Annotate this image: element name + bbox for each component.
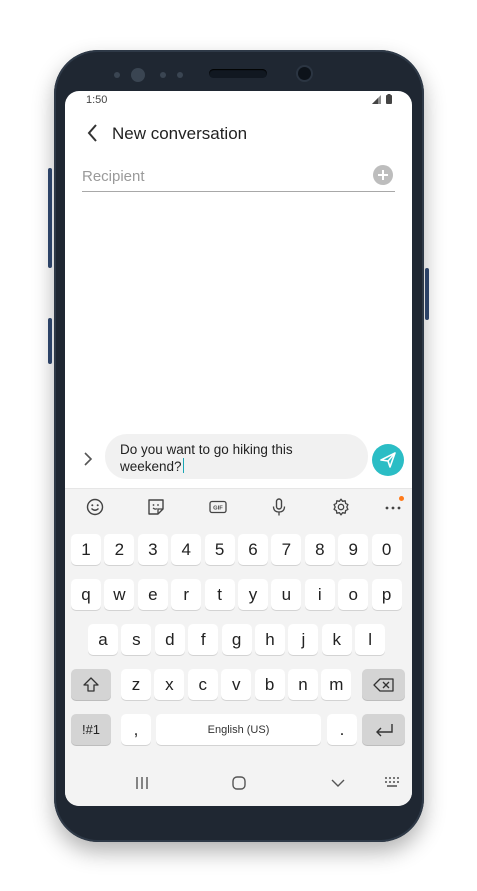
key-u[interactable]: u: [271, 579, 302, 610]
chevron-right-icon[interactable]: [81, 450, 95, 468]
keyboard-toolbar: GIF: [65, 489, 412, 525]
text-cursor: [182, 458, 185, 473]
key-5[interactable]: 5: [204, 534, 235, 565]
power-button: [425, 268, 429, 320]
key-g[interactable]: g: [221, 624, 252, 655]
key-j[interactable]: j: [288, 624, 319, 655]
keyboard: GIF 1234567890 qwertyuiop asdfghjkl zxcvbnm…: [65, 488, 412, 763]
shift-key[interactable]: [71, 669, 111, 700]
key-6[interactable]: 6: [238, 534, 268, 565]
sensor: [114, 72, 120, 78]
comma-key[interactable]: ,: [121, 714, 151, 745]
signal-icon: [372, 95, 381, 104]
battery-icon: [386, 94, 392, 104]
page-title: New conversation: [112, 124, 248, 143]
status-icons: [372, 94, 394, 107]
key-a[interactable]: a: [88, 624, 118, 655]
status-bar: 1:50: [65, 91, 412, 111]
volume-button: [48, 168, 52, 268]
backspace-icon: [372, 677, 394, 692]
key-b[interactable]: b: [254, 669, 285, 700]
add-recipient-icon[interactable]: [373, 165, 393, 185]
key-w[interactable]: w: [104, 579, 135, 610]
sensor: [131, 68, 145, 82]
key-o[interactable]: o: [338, 579, 369, 610]
space-key[interactable]: English (US): [156, 714, 321, 745]
key-i[interactable]: i: [304, 579, 335, 610]
back-icon[interactable]: [330, 775, 346, 791]
key-1[interactable]: 1: [71, 534, 101, 565]
send-button[interactable]: [372, 444, 404, 476]
microphone-icon[interactable]: [269, 497, 289, 517]
key-e[interactable]: e: [137, 579, 168, 610]
send-icon: [380, 452, 396, 468]
status-time: 1:50: [86, 94, 108, 106]
key-q[interactable]: q: [71, 579, 101, 610]
key-4[interactable]: 4: [171, 534, 202, 565]
svg-text:GIF: GIF: [213, 506, 223, 512]
recipient-field: [82, 165, 395, 192]
key-p[interactable]: p: [371, 579, 402, 610]
earpiece-speaker: [209, 69, 267, 78]
enter-icon: [375, 723, 393, 736]
message-composer: Do you want to go hiking this weekend?: [65, 434, 412, 482]
bixby-button: [48, 318, 52, 364]
keyboard-switch-icon[interactable]: [385, 777, 401, 789]
key-k[interactable]: k: [321, 624, 352, 655]
key-8[interactable]: 8: [304, 534, 335, 565]
emoji-icon[interactable]: [85, 497, 105, 517]
backspace-key[interactable]: [362, 669, 405, 700]
key-d[interactable]: d: [154, 624, 185, 655]
settings-icon[interactable]: [331, 497, 351, 517]
sensor: [177, 72, 183, 78]
key-n[interactable]: n: [288, 669, 318, 700]
message-text: Do you want to go hiking this weekend?: [120, 442, 355, 475]
period-key[interactable]: .: [327, 714, 357, 745]
gif-icon[interactable]: GIF: [208, 497, 228, 517]
symbols-key[interactable]: !#1: [71, 714, 111, 745]
screen: 1:50 New conversation Recipient Do you w…: [65, 91, 412, 806]
front-camera: [298, 67, 311, 80]
app-header: New conversation: [65, 121, 412, 149]
enter-key[interactable]: [362, 714, 405, 745]
recents-icon[interactable]: [135, 775, 149, 791]
key-9[interactable]: 9: [338, 534, 369, 565]
home-icon[interactable]: [231, 775, 247, 791]
key-t[interactable]: t: [204, 579, 235, 610]
key-7[interactable]: 7: [271, 534, 302, 565]
notification-dot: [399, 496, 404, 501]
shift-icon: [83, 676, 99, 692]
message-input[interactable]: Do you want to go hiking this weekend?: [105, 434, 368, 479]
message-line-1: Do you want to go hiking this: [120, 442, 293, 457]
key-l[interactable]: l: [355, 624, 386, 655]
key-f[interactable]: f: [188, 624, 219, 655]
key-z[interactable]: z: [121, 669, 151, 700]
navigation-bar: [65, 763, 412, 806]
recipient-input[interactable]: [82, 165, 352, 187]
key-v[interactable]: v: [221, 669, 252, 700]
back-arrow-icon[interactable]: [83, 121, 103, 145]
key-2[interactable]: 2: [104, 534, 135, 565]
message-line-2: weekend?: [120, 459, 182, 474]
key-x[interactable]: x: [154, 669, 185, 700]
sticker-icon[interactable]: [146, 497, 166, 517]
key-h[interactable]: h: [255, 624, 285, 655]
key-s[interactable]: s: [121, 624, 152, 655]
key-3[interactable]: 3: [137, 534, 168, 565]
key-y[interactable]: y: [238, 579, 268, 610]
key-c[interactable]: c: [187, 669, 218, 700]
key-m[interactable]: m: [321, 669, 352, 700]
sensor: [160, 72, 166, 78]
key-r[interactable]: r: [171, 579, 202, 610]
key-0[interactable]: 0: [371, 534, 402, 565]
